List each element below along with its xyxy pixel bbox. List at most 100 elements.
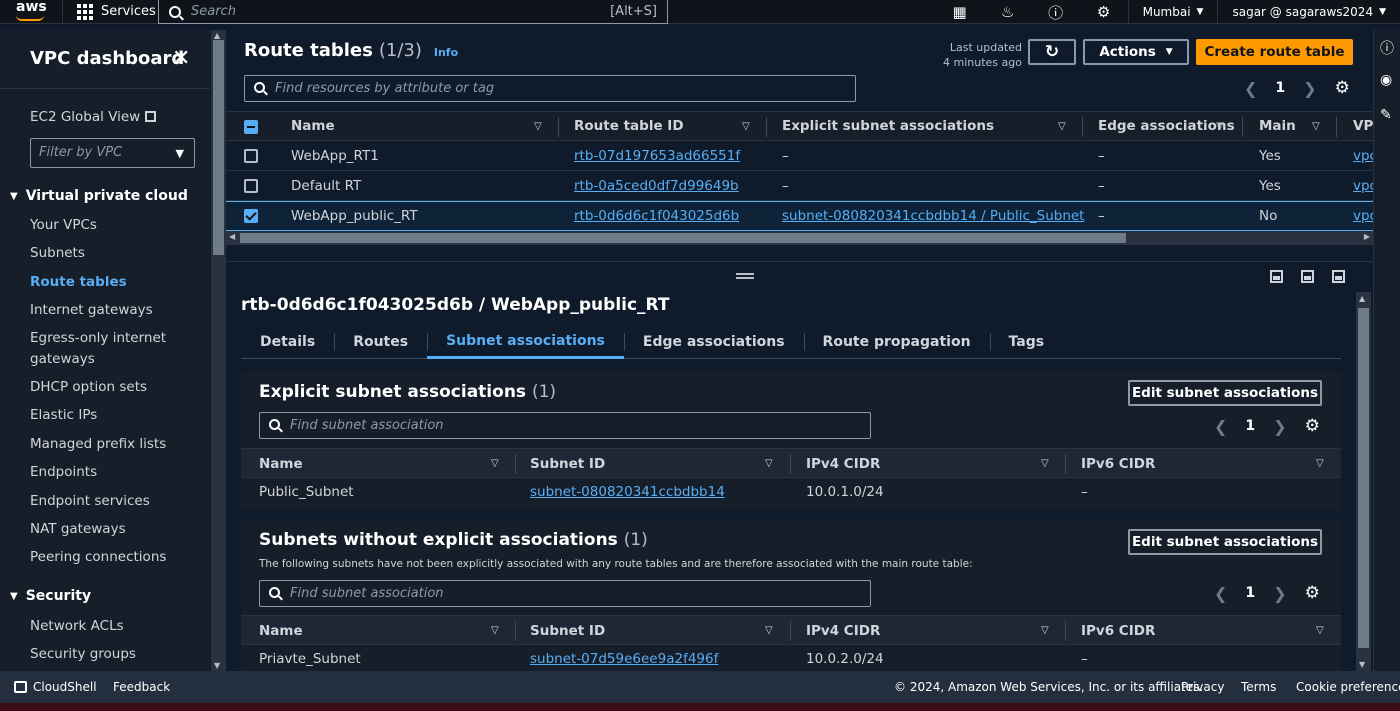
sort-icon[interactable]: ▽ xyxy=(765,458,773,469)
sort-icon[interactable]: ▽ xyxy=(491,625,499,636)
column-header-ipv4-cidr[interactable]: IPv4 CIDR xyxy=(806,623,880,639)
column-header-ipv4-cidr[interactable]: IPv4 CIDR xyxy=(806,456,880,472)
chevron-left-icon[interactable]: ❮ xyxy=(1214,584,1227,603)
side-panel-icon[interactable] xyxy=(1301,270,1314,283)
sidebar-item-egress-only[interactable]: Egress-only internet xyxy=(30,330,166,346)
section-virtual-private-cloud[interactable]: ▼ Virtual private cloud xyxy=(10,188,188,204)
page-number[interactable]: 1 xyxy=(1245,585,1255,601)
region-selector[interactable]: Mumbai ▼ xyxy=(1129,5,1218,19)
subnet-association-search-input[interactable]: Find subnet association xyxy=(259,412,871,439)
chevron-right-icon[interactable]: ❯ xyxy=(1273,584,1286,603)
sort-icon[interactable]: ▽ xyxy=(1216,121,1224,132)
page-number[interactable]: 1 xyxy=(1275,80,1285,96)
sidebar-item-peering-connections[interactable]: Peering connections xyxy=(30,549,166,565)
refresh-button[interactable]: ↻ xyxy=(1028,39,1076,65)
sidebar-title[interactable]: VPC dashboard xyxy=(30,48,184,69)
privacy-link[interactable]: Privacy xyxy=(1181,680,1224,694)
feedback-panel-icon[interactable]: ✎ xyxy=(1380,107,1392,123)
sort-icon[interactable]: ▽ xyxy=(491,458,499,469)
sidebar-item-route-tables[interactable]: Route tables xyxy=(30,274,127,290)
terms-link[interactable]: Terms xyxy=(1241,680,1276,694)
info-link[interactable]: Info xyxy=(434,46,458,59)
cloudshell-button[interactable]: CloudShell xyxy=(14,680,97,694)
close-icon[interactable]: ✕ xyxy=(172,46,190,71)
section-security[interactable]: ▼ Security xyxy=(10,588,91,604)
table-horizontal-scrollbar[interactable]: ◀ ▶ xyxy=(226,231,1373,245)
subnet-association-search-input[interactable]: Find subnet association xyxy=(259,580,871,607)
sidebar-item-internet-gateways[interactable]: Internet gateways xyxy=(30,302,153,318)
sort-icon[interactable]: ▽ xyxy=(1316,458,1324,469)
tab-routes[interactable]: Routes xyxy=(334,325,427,359)
tab-route-propagation[interactable]: Route propagation xyxy=(803,325,990,359)
sidebar-scrollbar[interactable]: ▲ ▼ xyxy=(211,30,226,671)
table-row[interactable]: WebApp_RT1 rtb-07d197653ad66551f – – Yes… xyxy=(226,141,1377,171)
info-icon[interactable]: ⓘ xyxy=(1380,38,1394,58)
global-search-input[interactable]: Search [Alt+S] xyxy=(158,0,668,24)
column-header-subnet-id[interactable]: Subnet ID xyxy=(530,456,605,472)
column-header-main[interactable]: Main xyxy=(1259,118,1296,134)
tab-edge-associations[interactable]: Edge associations xyxy=(623,325,804,359)
chevron-right-icon[interactable]: ❯ xyxy=(1303,79,1316,98)
sidebar-item-egress-only-line2[interactable]: gateways xyxy=(30,351,95,367)
column-header-ipv6-cidr[interactable]: IPv6 CIDR xyxy=(1081,623,1155,639)
route-tables-search-input[interactable]: Find resources by attribute or tag xyxy=(244,75,856,102)
split-panel-handle[interactable] xyxy=(736,273,754,279)
cookie-preferences-link[interactable]: Cookie preferences xyxy=(1296,680,1400,694)
sidebar-item-elastic-ips[interactable]: Elastic IPs xyxy=(30,407,97,423)
gear-icon[interactable]: ⚙ xyxy=(1335,78,1350,98)
cloudshell-icon[interactable]: ▦ xyxy=(936,0,984,24)
gear-icon[interactable]: ⚙ xyxy=(1080,0,1128,24)
help-panel-icon[interactable]: ◉ xyxy=(1380,72,1392,88)
sort-icon[interactable]: ▽ xyxy=(1316,625,1324,636)
services-menu-button[interactable]: Services xyxy=(62,0,156,24)
chevron-right-icon[interactable]: ❯ xyxy=(1273,417,1286,436)
column-header-name[interactable]: Name xyxy=(259,623,303,639)
sidebar-item-managed-prefix-lists[interactable]: Managed prefix lists xyxy=(30,436,166,452)
subnet-id-link[interactable]: subnet-07d59e6ee9a2f496f xyxy=(530,651,718,667)
chevron-left-icon[interactable]: ❮ xyxy=(1244,79,1257,98)
bell-icon[interactable]: ♨ xyxy=(984,0,1032,24)
sidebar-item-endpoints[interactable]: Endpoints xyxy=(30,464,97,480)
help-icon[interactable]: ⓘ xyxy=(1032,0,1080,24)
feedback-link[interactable]: Feedback xyxy=(113,680,170,694)
create-route-table-button[interactable]: Create route table xyxy=(1196,39,1353,65)
table-row[interactable]: Default RT rtb-0a5ced0df7d99649b – – Yes… xyxy=(226,171,1377,201)
account-menu[interactable]: sagar @ sagaraws2024 ▼ xyxy=(1218,5,1400,19)
column-header-name[interactable]: Name xyxy=(291,118,335,134)
page-number[interactable]: 1 xyxy=(1245,418,1255,434)
sidebar-item-subnets[interactable]: Subnets xyxy=(30,245,85,261)
chevron-left-icon[interactable]: ❮ xyxy=(1214,417,1227,436)
detail-vertical-scrollbar[interactable]: ▲ ▼ xyxy=(1356,292,1371,671)
tab-subnet-associations[interactable]: Subnet associations xyxy=(427,325,624,359)
gear-icon[interactable]: ⚙ xyxy=(1305,583,1320,603)
table-row-selected[interactable]: WebApp_public_RT rtb-0d6d6c1f043025d6b s… xyxy=(226,201,1377,231)
vpc-filter-select[interactable]: Filter by VPC ▼ xyxy=(30,138,195,168)
aws-logo[interactable]: aws xyxy=(0,0,62,24)
row-checkbox[interactable] xyxy=(244,149,258,163)
sidebar-item-ec2-global-view[interactable]: EC2 Global View xyxy=(30,109,156,125)
edit-subnet-associations-button[interactable]: Edit subnet associations xyxy=(1128,529,1322,555)
sort-icon[interactable]: ▽ xyxy=(534,121,542,132)
sidebar-item-network-acls[interactable]: Network ACLs xyxy=(30,618,124,634)
hide-panel-icon[interactable] xyxy=(1332,270,1345,283)
bottom-panel-icon[interactable] xyxy=(1270,270,1283,283)
row-checkbox[interactable] xyxy=(244,209,258,223)
tab-tags[interactable]: Tags xyxy=(989,325,1064,359)
gear-icon[interactable]: ⚙ xyxy=(1305,416,1320,436)
sidebar-item-your-vpcs[interactable]: Your VPCs xyxy=(30,217,97,233)
select-all-checkbox[interactable] xyxy=(244,120,258,134)
sort-icon[interactable]: ▽ xyxy=(1041,458,1049,469)
column-header-name[interactable]: Name xyxy=(259,456,303,472)
sidebar-item-endpoint-services[interactable]: Endpoint services xyxy=(30,493,150,509)
column-header-edge-associations[interactable]: Edge associations xyxy=(1098,118,1235,134)
sort-icon[interactable]: ▽ xyxy=(1312,121,1320,132)
edit-subnet-associations-button[interactable]: Edit subnet associations xyxy=(1128,380,1322,406)
column-header-route-table-id[interactable]: Route table ID xyxy=(574,118,684,134)
column-header-vpc[interactable]: VP xyxy=(1353,118,1373,134)
sort-icon[interactable]: ▽ xyxy=(742,121,750,132)
subnet-id-link[interactable]: subnet-080820341ccbdbb14 xyxy=(530,484,725,500)
row-checkbox[interactable] xyxy=(244,179,258,193)
route-table-id-link[interactable]: rtb-0d6d6c1f043025d6b xyxy=(574,208,739,224)
sort-icon[interactable]: ▽ xyxy=(1041,625,1049,636)
tab-details[interactable]: Details xyxy=(241,325,334,359)
